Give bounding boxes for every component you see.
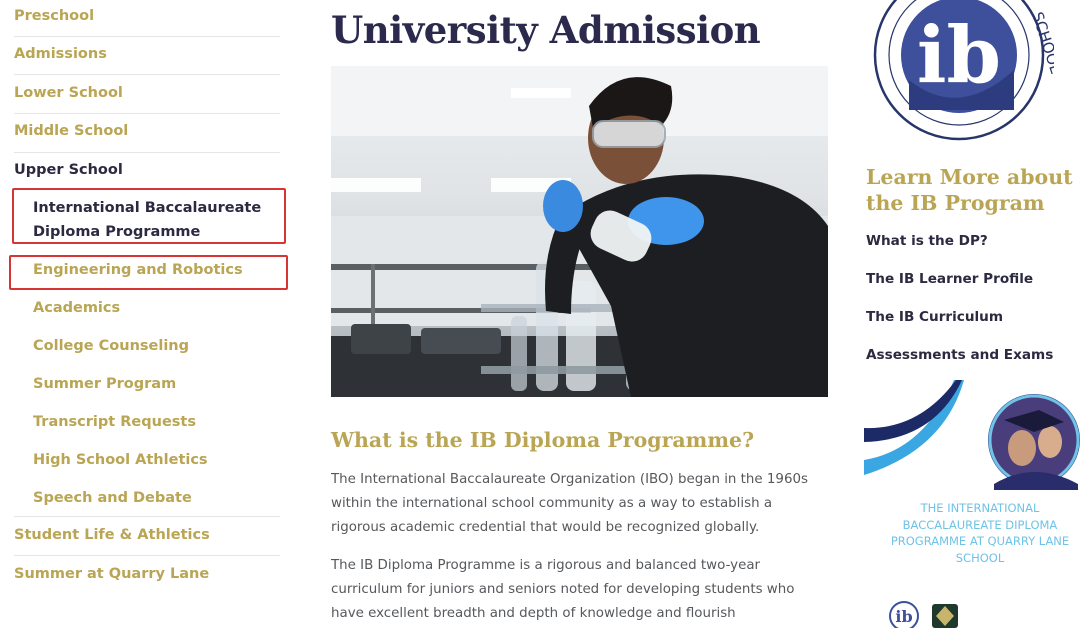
hero-image-lab-student (331, 66, 828, 397)
sidebar-subitem-ib-diploma[interactable]: International Baccalaureate Diploma Prog… (33, 196, 278, 244)
sidebar-item-preschool[interactable]: Preschool (14, 6, 280, 26)
sidebar-item-upper-school[interactable]: Upper School (14, 160, 280, 180)
link-assessments-exams[interactable]: Assessments and Exams (866, 347, 1053, 363)
sidebar-item-summer-quarry-lane[interactable]: Summer at Quarry Lane (14, 564, 280, 584)
page-title: University Admission (331, 8, 761, 52)
sidebar-item-middle-school[interactable]: Middle School (14, 121, 280, 141)
lab-photo-illustration (331, 66, 828, 397)
nav-divider (14, 555, 280, 556)
ib-world-school-icon: ib SCHOOL (873, 0, 1054, 141)
sidebar-subitem-transcript-requests[interactable]: Transcript Requests (33, 410, 273, 434)
sidebar-item-lower-school[interactable]: Lower School (14, 83, 280, 103)
nav-divider (14, 74, 280, 75)
sidebar-item-admissions[interactable]: Admissions (14, 44, 280, 64)
sidebar-subitem-speech-debate[interactable]: Speech and Debate (33, 486, 273, 510)
nav-divider (14, 152, 280, 153)
paragraph-ibo-history: The International Baccalaureate Organiza… (331, 472, 808, 535)
section-title: What is the IB Diploma Programme? (331, 428, 755, 452)
svg-text:ib: ib (917, 10, 1001, 101)
sidebar-subitem-summer-program[interactable]: Summer Program (33, 372, 273, 396)
sidebar-subitem-high-school-athletics[interactable]: High School Athletics (33, 448, 273, 472)
sidebar-subitem-college-counseling[interactable]: College Counseling (33, 334, 273, 358)
learn-more-title: Learn More about the IB Program (866, 165, 1073, 215)
sidebar-subitem-academics[interactable]: Academics (33, 296, 273, 320)
svg-text:ib: ib (895, 607, 912, 626)
sidebar-item-student-life[interactable]: Student Life & Athletics (14, 525, 280, 545)
link-ib-curriculum[interactable]: The IB Curriculum (866, 309, 1003, 325)
ib-school-logo: ib SCHOOL (864, 0, 1054, 142)
paragraph-dp-description: The IB Diploma Programme is a rigorous a… (331, 558, 795, 621)
nav-divider (14, 516, 280, 517)
sidebar-nav: Preschool Admissions Lower School Middle… (0, 0, 290, 628)
nav-divider (14, 113, 280, 114)
link-learner-profile[interactable]: The IB Learner Profile (866, 271, 1033, 287)
promo-caption: THE INTERNATIONAL BACCALAUREATE DIPLOMA … (890, 501, 1070, 565)
link-what-is-dp[interactable]: What is the DP? (866, 233, 988, 249)
nav-divider (14, 36, 280, 37)
sidebar-subitem-engineering-robotics[interactable]: Engineering and Robotics (33, 258, 273, 282)
